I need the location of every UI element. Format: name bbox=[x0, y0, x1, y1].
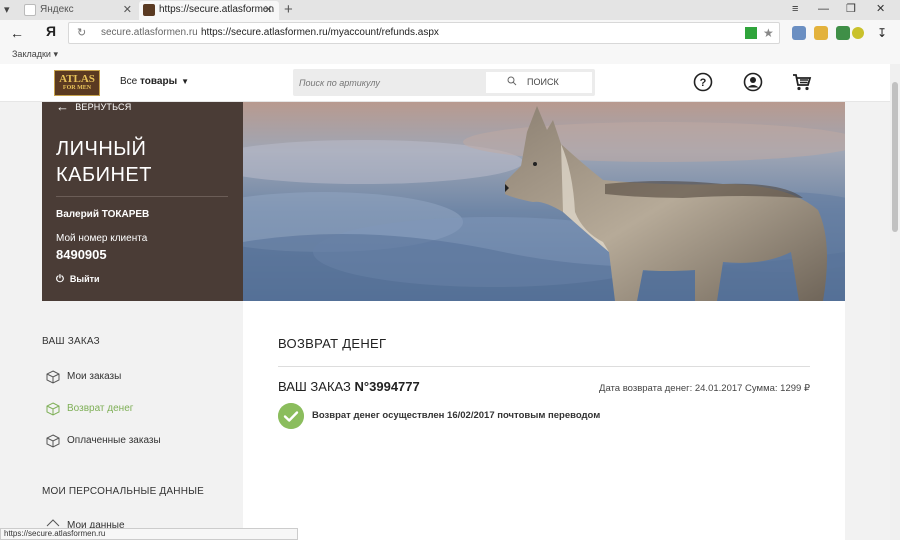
tab-close-icon[interactable]: ✕ bbox=[123, 1, 132, 19]
tab-label: Яндекс bbox=[40, 4, 74, 15]
protect-icon[interactable] bbox=[745, 27, 757, 39]
refund-date-amount: Дата возврата денег: 24.01.2017 Сумма: 1… bbox=[599, 383, 810, 394]
atlas-for-men-logo[interactable]: ATLAS FOR MEN bbox=[54, 70, 100, 96]
all-goods-prefix: Все bbox=[120, 76, 138, 87]
tab-label: https://secure.atlasformen bbox=[159, 4, 275, 15]
user-account-icon[interactable] bbox=[743, 72, 763, 92]
refund-content: ВОЗВРАТ ДЕНЕГ ВАШ ЗАКАЗ N°3994777 Дата в… bbox=[243, 301, 845, 540]
power-icon: ⏻ bbox=[56, 274, 64, 285]
browser-tab-bar: ▾ Яндекс ✕ https://secure.atlasformen ✕ … bbox=[0, 0, 900, 20]
client-number: 8490905 bbox=[56, 247, 107, 262]
hero-wolf-illustration bbox=[243, 102, 845, 301]
box-icon bbox=[46, 402, 60, 416]
site-header: ATLAS FOR MEN Все товары▼ ПОИСК ? bbox=[0, 64, 890, 102]
bookmarks-menu[interactable]: Закладки ▾ bbox=[12, 49, 58, 59]
new-tab-icon[interactable]: + bbox=[284, 0, 293, 19]
minimize-icon[interactable]: — bbox=[818, 0, 829, 19]
back-link-label: ВЕРНУТЬСЯ bbox=[75, 102, 132, 112]
page-title-line1: ЛИЧНЫЙ bbox=[56, 138, 147, 160]
user-name: Валерий ТОКАРЕВ bbox=[56, 209, 150, 220]
tab-atlasformen[interactable]: https://secure.atlasformen ✕ bbox=[139, 1, 279, 20]
checkmark-icon bbox=[278, 403, 304, 429]
adblock-extension-icon[interactable] bbox=[852, 27, 864, 39]
all-goods-bold: товары bbox=[140, 76, 178, 87]
profile-divider bbox=[56, 196, 228, 197]
download-icon[interactable]: ↧ bbox=[877, 23, 887, 43]
atlas-favicon-icon bbox=[143, 4, 155, 16]
address-domain: secure.atlasformen.ru bbox=[101, 27, 198, 38]
restore-icon[interactable]: ❐ bbox=[846, 0, 856, 19]
hero-banner-image bbox=[243, 102, 845, 301]
logo-text-atlas: ATLAS bbox=[59, 73, 95, 85]
bookmark-star-icon[interactable]: ★ bbox=[763, 23, 774, 43]
weather-extension-icon[interactable] bbox=[814, 26, 828, 40]
menu-section-order: ВАШ ЗАКАЗ bbox=[42, 336, 100, 347]
search-button-label: ПОИСК bbox=[527, 77, 559, 87]
bookmarks-bar: Закладки ▾ bbox=[0, 46, 900, 64]
refund-status-text: Возврат денег осуществлен 16/02/2017 поч… bbox=[312, 410, 601, 421]
page-title-line2: КАБИНЕТ bbox=[56, 164, 152, 186]
address-url[interactable]: https://secure.atlasformen.ru/myaccount/… bbox=[201, 23, 439, 43]
menu-item-label: Оплаченные заказы bbox=[67, 435, 161, 446]
arrow-left-icon: ← bbox=[56, 99, 70, 114]
tab-close-icon[interactable]: ✕ bbox=[264, 1, 273, 19]
tab-yandex[interactable]: Яндекс ✕ bbox=[20, 1, 138, 20]
search-icon bbox=[507, 76, 517, 86]
box-icon bbox=[46, 370, 60, 384]
menu-item-label: Возврат денег bbox=[67, 403, 134, 414]
browser-status-url: https://secure.atlasformen.ru bbox=[0, 528, 298, 540]
profile-panel: ← ВЕРНУТЬСЯ ЛИЧНЫЙ КАБИНЕТ Валерий ТОКАРЕ… bbox=[42, 99, 243, 301]
menu-item-label: Мои заказы bbox=[67, 371, 122, 382]
browser-toolbar: ← Я ↻ secure.atlasformen.ru https://secu… bbox=[0, 20, 900, 46]
order-prefix: ВАШ ЗАКАЗ bbox=[278, 379, 351, 394]
back-link[interactable]: ← ВЕРНУТЬСЯ bbox=[56, 98, 132, 114]
page-scrollbar[interactable] bbox=[890, 64, 900, 540]
search-button[interactable]: ПОИСК bbox=[486, 72, 592, 93]
reload-icon[interactable]: ↻ bbox=[77, 23, 86, 43]
shopping-cart-icon[interactable] bbox=[792, 72, 812, 92]
close-window-icon[interactable]: ✕ bbox=[876, 0, 885, 19]
content-title: ВОЗВРАТ ДЕНЕГ bbox=[278, 336, 387, 351]
search-input[interactable] bbox=[299, 73, 485, 92]
chevron-down-icon: ▼ bbox=[181, 77, 190, 86]
order-number: N°3994777 bbox=[354, 379, 420, 394]
svg-text:?: ? bbox=[700, 77, 707, 89]
search-box: ПОИСК bbox=[293, 69, 595, 96]
yandex-logo-icon[interactable]: Я bbox=[46, 23, 56, 39]
help-icon[interactable]: ? bbox=[693, 72, 713, 92]
address-bar[interactable]: ↻ secure.atlasformen.ru https://secure.a… bbox=[68, 22, 780, 44]
client-number-label: Мой номер клиента bbox=[56, 233, 148, 244]
mail-extension-icon[interactable] bbox=[792, 26, 806, 40]
box-icon bbox=[46, 434, 60, 448]
order-label: ВАШ ЗАКАЗ N°3994777 bbox=[278, 379, 420, 394]
menu-section-personal: МОИ ПЕРСОНАЛЬНЫЕ ДАННЫЕ bbox=[42, 486, 205, 497]
browser-menu-icon[interactable]: ▾ bbox=[4, 3, 10, 16]
all-goods-dropdown[interactable]: Все товары ▼ bbox=[120, 76, 189, 87]
logout-button[interactable]: ⏻ Выйти bbox=[56, 274, 100, 285]
back-arrow-icon[interactable]: ← bbox=[10, 23, 24, 43]
shield-extension-icon[interactable] bbox=[836, 26, 850, 40]
logout-label: Выйти bbox=[69, 274, 100, 284]
content-divider bbox=[278, 366, 810, 367]
page-title: ЛИЧНЫЙ КАБИНЕТ bbox=[56, 136, 152, 188]
logo-text-formen: FOR MEN bbox=[62, 85, 92, 91]
browser-menu-lines-icon[interactable]: ≡ bbox=[792, 0, 798, 19]
yandex-favicon-icon bbox=[24, 4, 36, 16]
scrollbar-thumb[interactable] bbox=[892, 82, 898, 232]
